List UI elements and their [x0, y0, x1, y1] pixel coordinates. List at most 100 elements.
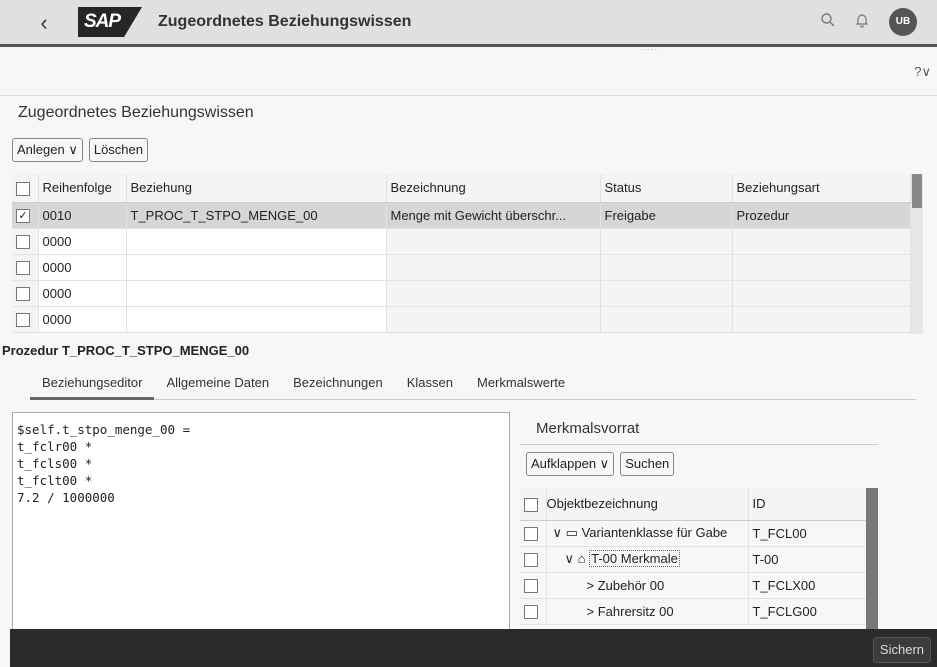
row-checkbox[interactable] [524, 552, 538, 567]
row-select-cell[interactable] [12, 228, 39, 255]
relation-type-cell [732, 254, 911, 281]
row-select-cell[interactable] [520, 598, 547, 625]
relation-type-cell [732, 228, 911, 255]
column-header[interactable]: Bezeichnung [386, 174, 601, 203]
table-scrollbar[interactable] [911, 174, 923, 334]
relation-code-editor[interactable]: $self.t_stpo_menge_00 = t_fclr00 * t_fcl… [12, 412, 510, 632]
code-line: t_fclt00 * [17, 473, 93, 488]
save-button[interactable]: Sichern [872, 637, 931, 663]
sub-header: ?∨ [0, 50, 937, 96]
description-cell [386, 228, 601, 255]
tab-general-data[interactable]: Allgemeine Daten [154, 374, 281, 400]
relation-cell[interactable] [126, 280, 387, 307]
tab-classes[interactable]: Klassen [395, 374, 465, 400]
expand-chevron-icon[interactable]: > [587, 578, 595, 593]
row-checkbox[interactable] [16, 260, 30, 275]
tree-row[interactable]: ∨ ▭ Variantenklasse für Gabe T_FCL00 [520, 520, 867, 547]
row-select-cell[interactable] [520, 572, 547, 599]
tree-node[interactable]: ∨ ▭ Variantenklasse für Gabe [546, 520, 749, 547]
node-id: T_FCL00 [748, 520, 867, 547]
sequence-cell[interactable]: 0000 [38, 280, 127, 307]
user-avatar[interactable]: UB [889, 8, 917, 36]
relation-cell[interactable]: T_PROC_T_STPO_MENGE_00 [126, 202, 387, 229]
status-cell [600, 280, 733, 307]
sequence-cell[interactable]: 0000 [38, 306, 127, 333]
expand-chevron-icon[interactable]: ∨ [565, 551, 575, 566]
notification-bell-icon[interactable] [845, 12, 879, 33]
sap-logo[interactable]: SAP [78, 7, 142, 37]
relation-type-cell [732, 280, 911, 307]
create-button[interactable]: Anlegen ∨ [12, 138, 83, 162]
procedure-title: Prozedur T_PROC_T_STPO_MENGE_00 [2, 343, 250, 358]
select-all-checkbox[interactable] [16, 181, 30, 196]
row-select-cell[interactable] [520, 520, 547, 547]
node-id: T-00 [748, 546, 867, 573]
status-cell: Freigabe [600, 202, 733, 229]
sequence-cell[interactable]: 0000 [38, 228, 127, 255]
table-row[interactable]: 0000 [12, 280, 911, 307]
characteristic-group-icon: ⌂ [577, 551, 586, 566]
column-header[interactable]: Beziehung [126, 174, 387, 203]
tree-row[interactable]: > Fahrersitz 00 T_FCLG00 [520, 598, 867, 625]
row-checkbox[interactable]: ✓ [16, 208, 30, 223]
panel-divider [520, 444, 878, 445]
tree-scrollbar[interactable] [866, 488, 878, 633]
sequence-cell[interactable]: 0000 [38, 254, 127, 281]
tree-node[interactable]: ∨ ⌂ T-00 Merkmale [546, 546, 749, 573]
tab-relation-editor[interactable]: Beziehungseditor [30, 374, 155, 400]
row-checkbox[interactable] [524, 578, 538, 593]
delete-button[interactable]: Löschen [88, 138, 148, 162]
scrollbar-thumb[interactable] [912, 174, 922, 208]
column-header[interactable]: Objektbezeichnung [546, 488, 749, 521]
table-row[interactable]: 0000 [12, 306, 911, 333]
relation-cell[interactable] [126, 254, 387, 281]
status-cell [600, 254, 733, 281]
row-checkbox[interactable] [524, 526, 538, 541]
relation-type-cell: Prozedur [732, 202, 911, 229]
select-all-cell[interactable] [12, 174, 39, 203]
description-cell [386, 280, 601, 307]
panel-title: Merkmalsvorrat [536, 420, 640, 437]
row-select-cell[interactable] [520, 546, 547, 573]
row-select-cell[interactable] [12, 254, 39, 281]
select-all-checkbox[interactable] [524, 497, 538, 512]
node-id: T_FCLG00 [748, 598, 867, 625]
row-checkbox[interactable] [16, 312, 30, 327]
panel-toolbar: Aufklappen ∨ Suchen [526, 452, 675, 476]
search-icon[interactable] [811, 12, 845, 33]
help-menu-icon[interactable]: ?∨ [914, 64, 931, 80]
column-header[interactable]: Reihenfolge [38, 174, 127, 203]
code-line: 7.2 / 1000000 [17, 490, 115, 505]
node-label: Fahrersitz 00 [597, 603, 674, 619]
search-button[interactable]: Suchen [620, 452, 675, 476]
tree-row[interactable]: ∨ ⌂ T-00 Merkmale T-00 [520, 546, 867, 573]
back-icon[interactable]: ‹ [32, 0, 56, 46]
node-label: Zubehör 00 [597, 577, 665, 593]
tab-characteristic-values[interactable]: Merkmalswerte [465, 374, 577, 400]
table-row[interactable]: 0000 [12, 254, 911, 281]
expand-chevron-icon[interactable]: ∨ [553, 525, 563, 540]
table-row[interactable]: 0000 [12, 228, 911, 255]
tree-row[interactable]: > Zubehör 00 T_FCLX00 [520, 572, 867, 599]
column-header[interactable]: ID [748, 488, 867, 521]
row-select-cell[interactable] [12, 280, 39, 307]
row-select-cell[interactable] [12, 306, 39, 333]
tree-node[interactable]: > Zubehör 00 [546, 572, 749, 599]
expand-button[interactable]: Aufklappen ∨ [526, 452, 615, 476]
relation-cell[interactable] [126, 306, 387, 333]
tree-node[interactable]: > Fahrersitz 00 [546, 598, 749, 625]
sequence-cell[interactable]: 0010 [38, 202, 127, 229]
row-checkbox[interactable] [16, 286, 30, 301]
table-row[interactable]: ✓ 0010 T_PROC_T_STPO_MENGE_00 Menge mit … [12, 202, 911, 229]
expand-chevron-icon[interactable]: > [587, 604, 595, 619]
relation-cell[interactable] [126, 228, 387, 255]
row-checkbox[interactable] [524, 604, 538, 619]
relations-table: Reihenfolge Beziehung Bezeichnung Status… [12, 174, 911, 333]
select-all-cell[interactable] [520, 488, 547, 521]
column-header[interactable]: Beziehungsart [732, 174, 911, 203]
node-id: T_FCLX00 [748, 572, 867, 599]
row-select-cell[interactable]: ✓ [12, 202, 39, 229]
row-checkbox[interactable] [16, 234, 30, 249]
column-header[interactable]: Status [600, 174, 733, 203]
tab-descriptions[interactable]: Bezeichnungen [281, 374, 395, 400]
